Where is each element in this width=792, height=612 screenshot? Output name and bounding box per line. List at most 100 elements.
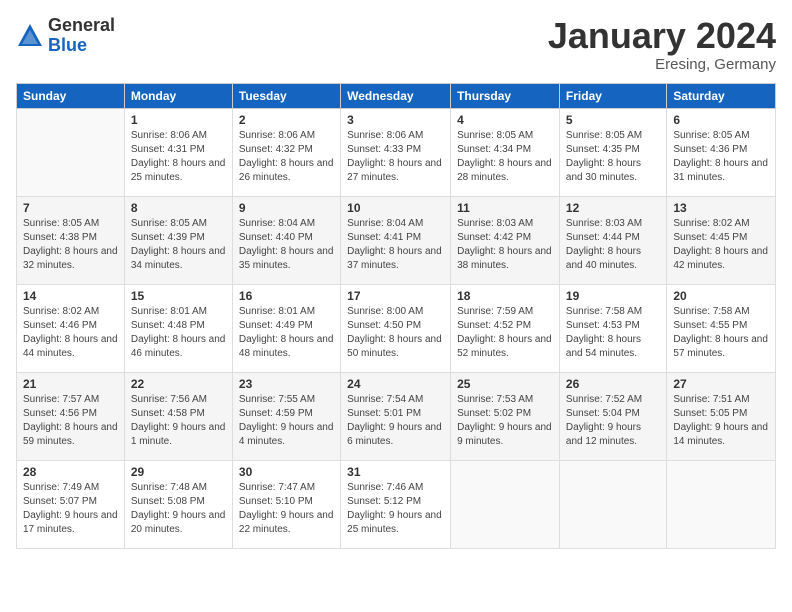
day-detail: Sunrise: 8:05 AMSunset: 4:36 PMDaylight:… xyxy=(673,129,769,185)
day-detail: Sunrise: 7:55 AMSunset: 4:59 PMDaylight:… xyxy=(239,393,334,449)
day-number: 7 xyxy=(23,201,118,215)
table-row xyxy=(451,460,560,548)
table-row xyxy=(667,460,776,548)
day-detail: Sunrise: 7:51 AMSunset: 5:05 PMDaylight:… xyxy=(673,393,769,449)
table-row: 30Sunrise: 7:47 AMSunset: 5:10 PMDayligh… xyxy=(232,460,340,548)
table-row: 10 Sunrise: 8:04 AMSunset: 4:41 PMDayligh… xyxy=(341,196,451,284)
header: General Blue January 2024 Eresing, Germa… xyxy=(16,16,776,73)
calendar-week-4: 21 Sunrise: 7:57 AMSunset: 4:56 PMDayligh… xyxy=(17,372,776,460)
day-detail: Sunrise: 7:57 AMSunset: 4:56 PMDaylight:… xyxy=(23,393,118,449)
day-number: 3 xyxy=(347,113,444,127)
calendar-table: Sunday Monday Tuesday Wednesday Thursday… xyxy=(16,83,776,549)
day-number: 30 xyxy=(239,465,334,479)
day-detail: Sunrise: 8:00 AMSunset: 4:50 PMDaylight:… xyxy=(347,305,444,361)
day-number: 21 xyxy=(23,377,118,391)
day-detail: Sunrise: 8:05 AMSunset: 4:35 PMDaylight:… xyxy=(566,129,660,185)
calendar-week-5: 28 Sunrise: 7:49 AMSunset: 5:07 PMDayligh… xyxy=(17,460,776,548)
day-number: 26 xyxy=(566,377,660,391)
day-detail: Sunrise: 7:48 AMSunset: 5:08 PMDaylight:… xyxy=(131,481,226,537)
table-row: 13 Sunrise: 8:02 AMSunset: 4:45 PMDayligh… xyxy=(667,196,776,284)
month-title: January 2024 xyxy=(548,16,776,56)
day-number: 14 xyxy=(23,289,118,303)
day-detail: Sunrise: 7:54 AMSunset: 5:01 PMDaylight:… xyxy=(347,393,444,449)
day-number: 9 xyxy=(239,201,334,215)
table-row: 17 Sunrise: 8:00 AMSunset: 4:50 PMDayligh… xyxy=(341,284,451,372)
table-row: 24 Sunrise: 7:54 AMSunset: 5:01 PMDayligh… xyxy=(341,372,451,460)
table-row: 11 Sunrise: 8:03 AMSunset: 4:42 PMDayligh… xyxy=(451,196,560,284)
table-row: 6 Sunrise: 8:05 AMSunset: 4:36 PMDaylight… xyxy=(667,108,776,196)
day-detail: Sunrise: 8:03 AMSunset: 4:42 PMDaylight:… xyxy=(457,217,553,273)
table-row: 8 Sunrise: 8:05 AMSunset: 4:39 PMDaylight… xyxy=(124,196,232,284)
day-number: 12 xyxy=(566,201,660,215)
table-row: 1 Sunrise: 8:06 AMSunset: 4:31 PMDaylight… xyxy=(124,108,232,196)
logo-general-text: General xyxy=(48,16,115,36)
table-row: 20 Sunrise: 7:58 AMSunset: 4:55 PMDayligh… xyxy=(667,284,776,372)
day-number: 15 xyxy=(131,289,226,303)
day-number: 13 xyxy=(673,201,769,215)
day-detail: Sunrise: 7:53 AMSunset: 5:02 PMDaylight:… xyxy=(457,393,553,449)
header-wednesday: Wednesday xyxy=(341,83,451,108)
day-number: 5 xyxy=(566,113,660,127)
day-detail: Sunrise: 7:58 AMSunset: 4:53 PMDaylight:… xyxy=(566,305,660,361)
day-detail: Sunrise: 8:02 AMSunset: 4:45 PMDaylight:… xyxy=(673,217,769,273)
day-detail: Sunrise: 8:06 AMSunset: 4:31 PMDaylight:… xyxy=(131,129,226,185)
day-number: 1 xyxy=(131,113,226,127)
day-detail: Sunrise: 8:06 AMSunset: 4:33 PMDaylight:… xyxy=(347,129,444,185)
day-number: 11 xyxy=(457,201,553,215)
table-row: 27 Sunrise: 7:51 AMSunset: 5:05 PMDayligh… xyxy=(667,372,776,460)
day-number: 2 xyxy=(239,113,334,127)
table-row: 31Sunrise: 7:46 AMSunset: 5:12 PMDayligh… xyxy=(341,460,451,548)
day-number: 6 xyxy=(673,113,769,127)
calendar-week-2: 7 Sunrise: 8:05 AMSunset: 4:38 PMDaylight… xyxy=(17,196,776,284)
header-monday: Monday xyxy=(124,83,232,108)
table-row: 16 Sunrise: 8:01 AMSunset: 4:49 PMDayligh… xyxy=(232,284,340,372)
day-number: 28 xyxy=(23,465,118,479)
day-detail: Sunrise: 7:58 AMSunset: 4:55 PMDaylight:… xyxy=(673,305,769,361)
day-number: 19 xyxy=(566,289,660,303)
table-row: 4Sunrise: 8:05 AMSunset: 4:34 PMDaylight… xyxy=(451,108,560,196)
table-row xyxy=(17,108,125,196)
day-detail: Sunrise: 8:01 AMSunset: 4:48 PMDaylight:… xyxy=(131,305,226,361)
table-row: 29 Sunrise: 7:48 AMSunset: 5:08 PMDayligh… xyxy=(124,460,232,548)
day-detail: Sunrise: 8:05 AMSunset: 4:39 PMDaylight:… xyxy=(131,217,226,273)
day-detail: Sunrise: 8:03 AMSunset: 4:44 PMDaylight:… xyxy=(566,217,660,273)
day-number: 16 xyxy=(239,289,334,303)
table-row: 21 Sunrise: 7:57 AMSunset: 4:56 PMDayligh… xyxy=(17,372,125,460)
day-number: 29 xyxy=(131,465,226,479)
table-row: 25 Sunrise: 7:53 AMSunset: 5:02 PMDayligh… xyxy=(451,372,560,460)
table-row: 5 Sunrise: 8:05 AMSunset: 4:35 PMDaylight… xyxy=(559,108,666,196)
day-detail: Sunrise: 7:49 AMSunset: 5:07 PMDaylight:… xyxy=(23,481,118,537)
table-row: 12 Sunrise: 8:03 AMSunset: 4:44 PMDayligh… xyxy=(559,196,666,284)
day-detail: Sunrise: 8:01 AMSunset: 4:49 PMDaylight:… xyxy=(239,305,334,361)
table-row: 14 Sunrise: 8:02 AMSunset: 4:46 PMDayligh… xyxy=(17,284,125,372)
day-number: 23 xyxy=(239,377,334,391)
table-row: 23 Sunrise: 7:55 AMSunset: 4:59 PMDayligh… xyxy=(232,372,340,460)
logo-text: General Blue xyxy=(48,16,115,56)
header-tuesday: Tuesday xyxy=(232,83,340,108)
table-row: 2 Sunrise: 8:06 AMSunset: 4:32 PMDaylight… xyxy=(232,108,340,196)
header-sunday: Sunday xyxy=(17,83,125,108)
day-number: 10 xyxy=(347,201,444,215)
table-row xyxy=(559,460,666,548)
day-detail: Sunrise: 8:05 AMSunset: 4:38 PMDaylight:… xyxy=(23,217,118,273)
day-number: 8 xyxy=(131,201,226,215)
day-number: 24 xyxy=(347,377,444,391)
title-block: January 2024 Eresing, Germany xyxy=(548,16,776,73)
header-friday: Friday xyxy=(559,83,666,108)
day-detail: Sunrise: 8:04 AMSunset: 4:41 PMDaylight:… xyxy=(347,217,444,273)
day-number: 20 xyxy=(673,289,769,303)
day-detail: Sunrise: 7:52 AMSunset: 5:04 PMDaylight:… xyxy=(566,393,660,449)
day-number: 22 xyxy=(131,377,226,391)
calendar-header-row: Sunday Monday Tuesday Wednesday Thursday… xyxy=(17,83,776,108)
day-number: 31 xyxy=(347,465,444,479)
day-detail: Sunrise: 8:02 AMSunset: 4:46 PMDaylight:… xyxy=(23,305,118,361)
location-text: Eresing, Germany xyxy=(548,56,776,73)
header-thursday: Thursday xyxy=(451,83,560,108)
logo: General Blue xyxy=(16,16,115,56)
day-number: 17 xyxy=(347,289,444,303)
day-detail: Sunrise: 8:06 AMSunset: 4:32 PMDaylight:… xyxy=(239,129,334,185)
logo-blue-text: Blue xyxy=(48,36,115,56)
day-number: 27 xyxy=(673,377,769,391)
table-row: 15 Sunrise: 8:01 AMSunset: 4:48 PMDayligh… xyxy=(124,284,232,372)
day-number: 25 xyxy=(457,377,553,391)
